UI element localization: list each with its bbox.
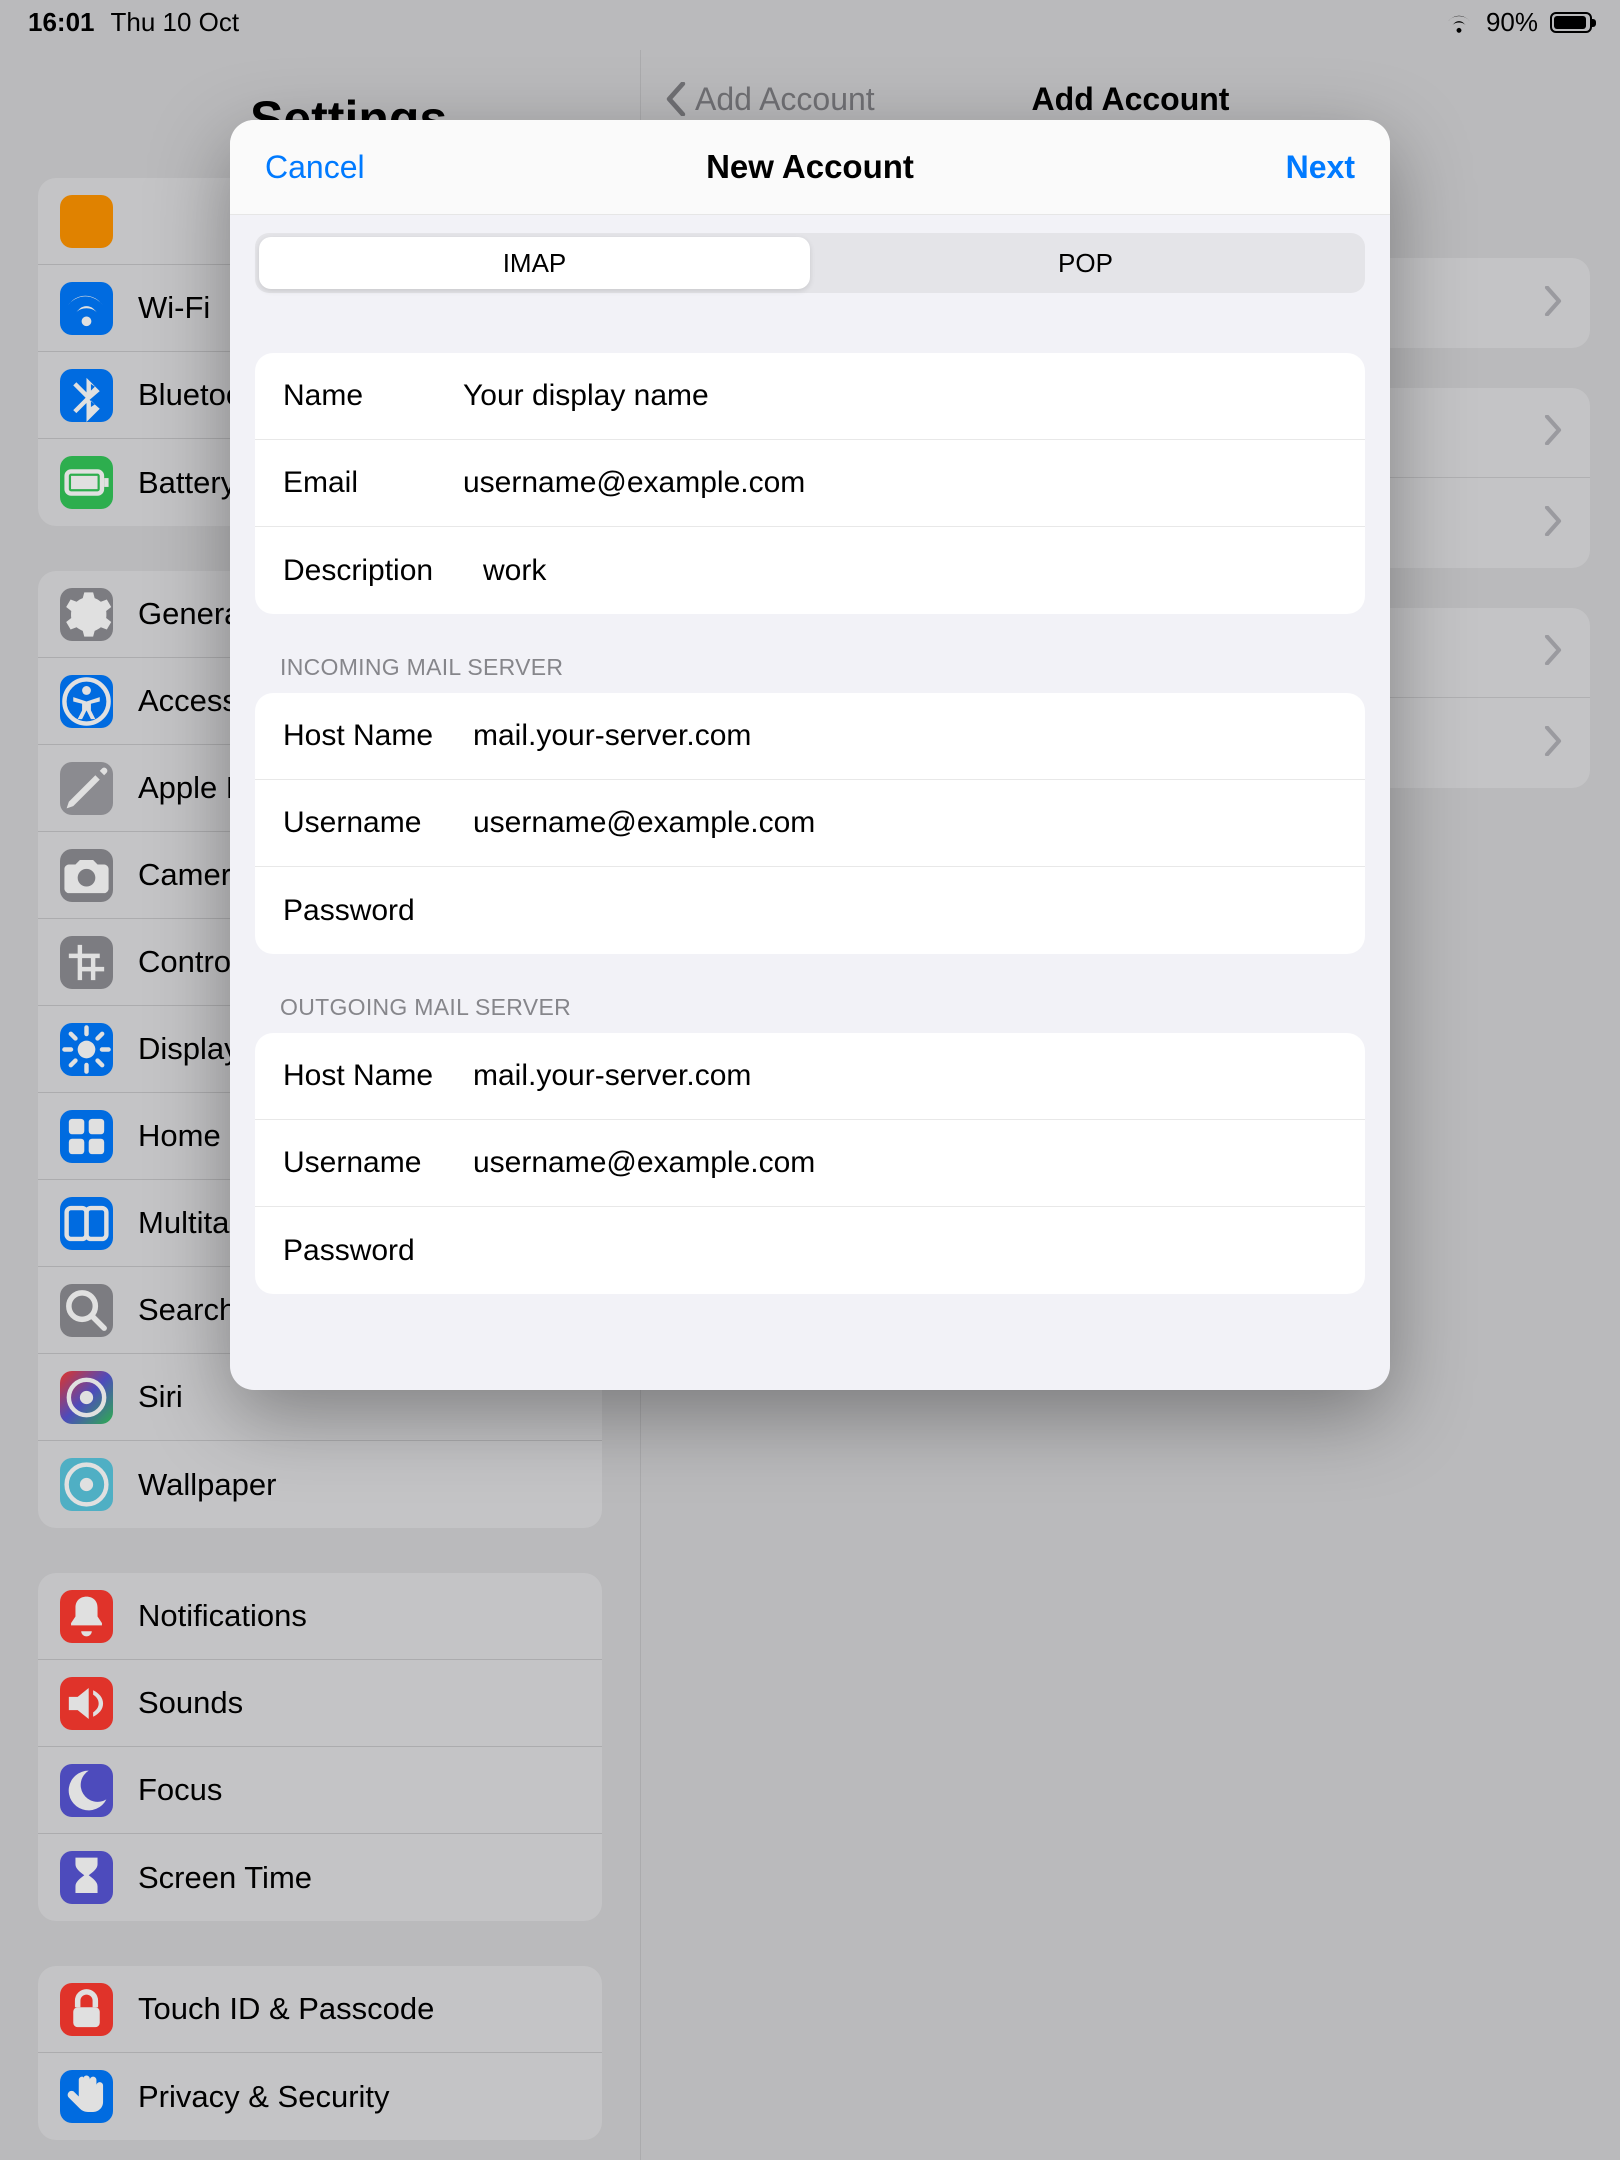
outgoing-pass-input[interactable] xyxy=(473,1234,1337,1268)
email-row[interactable]: Email xyxy=(255,440,1365,527)
chevron-right-icon xyxy=(1544,506,1562,541)
status-bar: 16:01 Thu 10 Oct 90% xyxy=(0,0,1620,45)
sidebar-item-label: Privacy & Security xyxy=(138,2079,390,2115)
incoming-host-input[interactable] xyxy=(473,719,1337,753)
sidebar-group-security: Touch ID & Passcode Privacy & Security xyxy=(38,1966,602,2140)
sidebar-item-label: Focus xyxy=(138,1772,222,1808)
sidebar-item-label: Search xyxy=(138,1292,236,1328)
chevron-right-icon xyxy=(1544,286,1562,321)
status-date: Thu 10 Oct xyxy=(111,7,240,38)
outgoing-user-label: Username xyxy=(283,1146,473,1180)
outgoing-pass-label: Password xyxy=(283,1234,473,1268)
incoming-user-label: Username xyxy=(283,806,473,840)
next-button[interactable]: Next xyxy=(1286,149,1355,186)
segment-pop[interactable]: POP xyxy=(810,237,1361,289)
description-label: Description xyxy=(283,554,483,588)
batt-icon xyxy=(60,456,113,509)
home-icon xyxy=(60,1110,113,1163)
modal-title: New Account xyxy=(706,148,914,186)
email-label: Email xyxy=(283,466,463,500)
back-button[interactable]: Add Account xyxy=(641,81,875,118)
app-icon xyxy=(60,195,113,248)
chevron-left-icon xyxy=(665,82,687,116)
incoming-user-input[interactable] xyxy=(473,806,1337,840)
cancel-button[interactable]: Cancel xyxy=(265,149,365,186)
moon-icon xyxy=(60,1764,113,1817)
sidebar-item-label: Siri xyxy=(138,1379,183,1415)
root: Settings Wi-FiBluetoothBattery GeneralAc… xyxy=(0,0,1620,2160)
outgoing-host-input[interactable] xyxy=(473,1059,1337,1093)
acc-icon xyxy=(60,675,113,728)
sidebar-item-label: Battery xyxy=(138,465,236,501)
wall-icon xyxy=(60,1458,113,1511)
incoming-group: Host Name Username Password xyxy=(255,693,1365,954)
hour-icon xyxy=(60,1851,113,1904)
wifi-icon xyxy=(1444,12,1474,34)
sidebar-item-label: Sounds xyxy=(138,1685,243,1721)
multi-icon xyxy=(60,1197,113,1250)
sidebar-item-label: Wi-Fi xyxy=(138,290,210,326)
outgoing-host-row[interactable]: Host Name xyxy=(255,1033,1365,1120)
name-row[interactable]: Name xyxy=(255,353,1365,440)
outgoing-host-label: Host Name xyxy=(283,1059,473,1093)
sidebar-item-label: Screen Time xyxy=(138,1860,312,1896)
back-label: Add Account xyxy=(695,81,875,118)
sidebar-item-focus[interactable]: Focus xyxy=(38,1747,602,1834)
description-input[interactable] xyxy=(483,554,1337,588)
sidebar-item-notifications[interactable]: Notifications xyxy=(38,1573,602,1660)
basic-info-group: Name Email Description xyxy=(255,353,1365,614)
status-time: 16:01 xyxy=(28,7,95,38)
battery-icon xyxy=(1550,12,1592,33)
email-input[interactable] xyxy=(463,466,1337,500)
modal-nav: Cancel New Account Next xyxy=(230,120,1390,215)
sidebar-item-sounds[interactable]: Sounds xyxy=(38,1660,602,1747)
incoming-pass-label: Password xyxy=(283,894,473,928)
name-label: Name xyxy=(283,379,463,413)
description-row[interactable]: Description xyxy=(255,527,1365,614)
outgoing-group: Host Name Username Password xyxy=(255,1033,1365,1294)
chevron-right-icon xyxy=(1544,415,1562,450)
sidebar-item-privacy-security[interactable]: Privacy & Security xyxy=(38,2053,602,2140)
snd-icon xyxy=(60,1677,113,1730)
ctrl-icon xyxy=(60,936,113,989)
outgoing-user-row[interactable]: Username xyxy=(255,1120,1365,1207)
chevron-right-icon xyxy=(1544,635,1562,670)
bt-icon xyxy=(60,369,113,422)
hand-icon xyxy=(60,2070,113,2123)
chevron-right-icon xyxy=(1544,726,1562,761)
sidebar-item-screen-time[interactable]: Screen Time xyxy=(38,1834,602,1921)
sidebar-item-label: Wallpaper xyxy=(138,1467,276,1503)
incoming-host-row[interactable]: Host Name xyxy=(255,693,1365,780)
sidebar-group-notify: Notifications Sounds Focus Screen Time xyxy=(38,1573,602,1921)
gear-icon xyxy=(60,588,113,641)
siri-icon xyxy=(60,1371,113,1424)
sidebar-item-label: Touch ID & Passcode xyxy=(138,1991,434,2027)
outgoing-pass-row[interactable]: Password xyxy=(255,1207,1365,1294)
incoming-host-label: Host Name xyxy=(283,719,473,753)
pencil-icon xyxy=(60,762,113,815)
wifi-icon xyxy=(60,282,113,335)
outgoing-user-input[interactable] xyxy=(473,1146,1337,1180)
incoming-pass-row[interactable]: Password xyxy=(255,867,1365,954)
sidebar-item-touch-id-passcode[interactable]: Touch ID & Passcode xyxy=(38,1966,602,2053)
new-account-modal: Cancel New Account Next IMAP POP Name Em… xyxy=(230,120,1390,1390)
sun-icon xyxy=(60,1023,113,1076)
battery-percent: 90% xyxy=(1486,7,1538,38)
lock-icon xyxy=(60,1983,113,2036)
search-icon xyxy=(60,1284,113,1337)
name-input[interactable] xyxy=(463,379,1337,413)
bell-icon xyxy=(60,1590,113,1643)
sidebar-item-label: Notifications xyxy=(138,1598,307,1634)
outgoing-header: OUTGOING MAIL SERVER xyxy=(280,994,1340,1021)
cam-icon xyxy=(60,849,113,902)
incoming-header: INCOMING MAIL SERVER xyxy=(280,654,1340,681)
incoming-user-row[interactable]: Username xyxy=(255,780,1365,867)
sidebar-item-wallpaper[interactable]: Wallpaper xyxy=(38,1441,602,1528)
segment-imap[interactable]: IMAP xyxy=(259,237,810,289)
incoming-pass-input[interactable] xyxy=(473,894,1337,928)
detail-title: Add Account xyxy=(1032,81,1230,118)
account-type-segment[interactable]: IMAP POP xyxy=(255,233,1365,293)
